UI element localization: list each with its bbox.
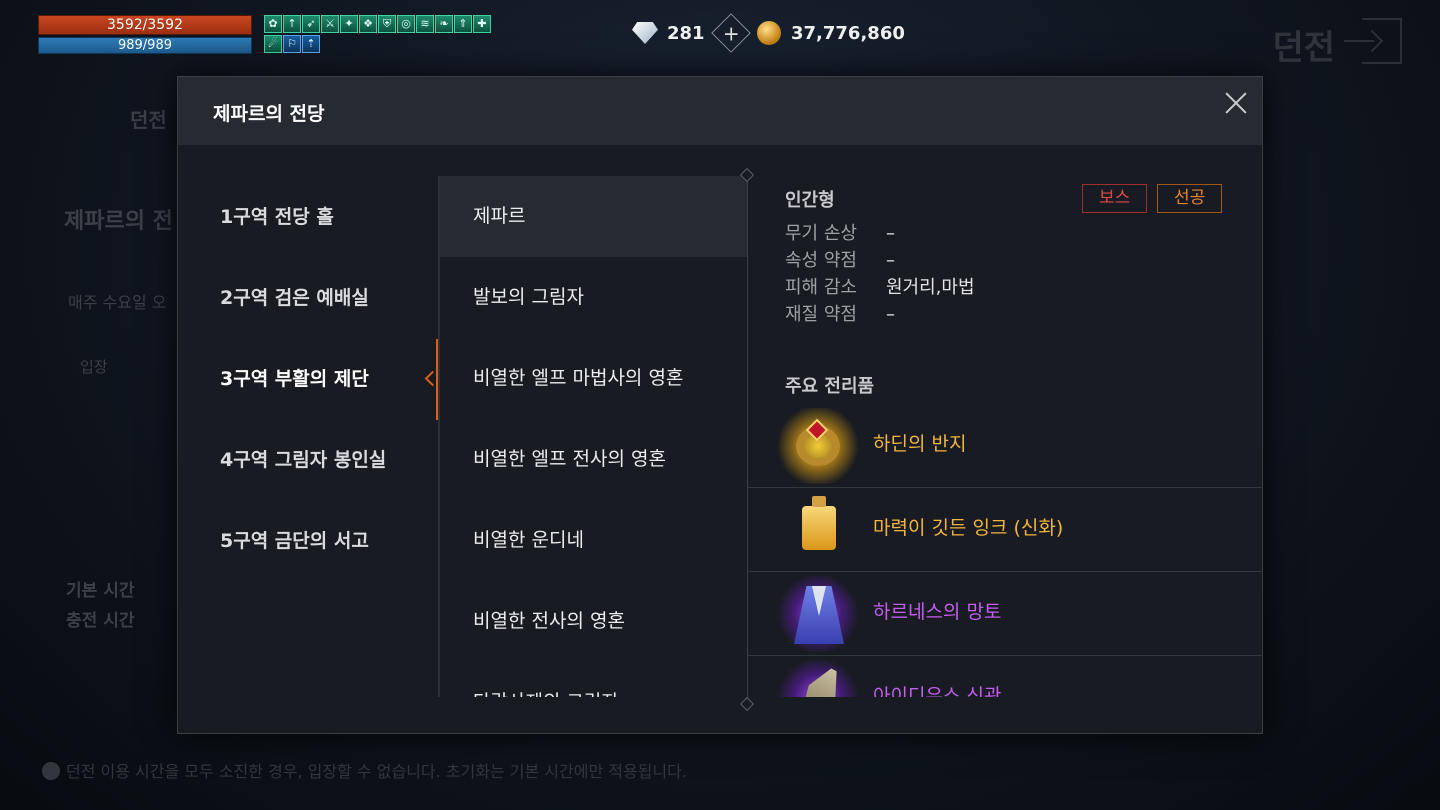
claw-buff-icon[interactable]: ☄ [264, 35, 282, 53]
ink-bottle-icon-art [802, 496, 836, 550]
property-value: 원거리,마법 [886, 277, 975, 298]
bg-charge-time: 충전 시간 [66, 611, 135, 631]
monster-details: 인간형 보스 선공 무기 손상 – 속성 약점 – 피해 감소 원거리,마법 재질 약점 – … [748, 176, 1263, 697]
gem-count: 281 [667, 22, 705, 44]
leaf-buff-icon[interactable]: ✿ [264, 15, 282, 33]
first-strike-badge: 선공 [1157, 184, 1223, 213]
gold-count: 37,776,860 [791, 22, 905, 44]
mp-bar: 989/989 [38, 37, 252, 54]
cloak-icon-art [794, 586, 844, 644]
loot-item[interactable]: 아이디우스 신관 [748, 656, 1263, 697]
property-key: 재질 약점 [785, 304, 857, 325]
zone-tab[interactable]: 2구역 검은 예배실 [178, 258, 438, 339]
property-value: – [886, 304, 895, 325]
close-icon[interactable] [1224, 91, 1248, 115]
guard-buff-icon[interactable]: ⛨ [378, 15, 396, 33]
property-value: – [886, 223, 895, 244]
bg-menu-item: 던전 [130, 108, 167, 132]
zone-tab[interactable]: 4구역 그림자 봉인실 [178, 420, 438, 501]
dialog-header: 제파르의 전당 [178, 77, 1262, 145]
property-row: 속성 약점 – [785, 247, 975, 274]
arrow-up-buff-icon[interactable]: ⇡ [302, 35, 320, 53]
bg-reset-info: 매주 수요일 오 [68, 293, 167, 312]
gold-coin-icon [757, 21, 781, 45]
zone-label: 2구역 검은 예배실 [220, 287, 369, 309]
zone-label: 5구역 금단의 서고 [220, 530, 369, 552]
spear-buff-icon[interactable]: ⇑ [454, 15, 472, 33]
buff-bar: ✿ ↑ ➶ ⚔ ✦ ❖ ⛨ ◎ ≋ ❧ ⇑ ✚ ☄ ⚐ ⇡ [264, 15, 500, 55]
weapon-icon [776, 660, 860, 697]
screen: 던전 던전 제파르의 전 매주 수요일 오 입장 기본 시간 충전 시간 던전 … [0, 0, 1440, 810]
property-key: 무기 손상 [785, 223, 857, 244]
zone-tab[interactable]: 1구역 전당 홀 [178, 177, 438, 258]
arrow-buff-icon[interactable]: ↑ [283, 15, 301, 33]
property-row: 무기 손상 – [785, 220, 975, 247]
loot-name: 하딘의 반지 [873, 433, 967, 455]
shield-buff-icon[interactable]: ❖ [359, 15, 377, 33]
ring-icon [776, 408, 860, 484]
page-title: 던전 [1272, 28, 1335, 68]
gem-currency: 281 + [632, 13, 751, 53]
sword-buff-icon[interactable]: ⚔ [321, 15, 339, 33]
weapon-icon-art [791, 663, 848, 697]
property-row: 재질 약점 – [785, 301, 975, 328]
zone-label: 3구역 부활의 제단 [220, 368, 369, 390]
property-row: 피해 감소 원거리,마법 [785, 274, 975, 301]
monster-item[interactable]: 비열한 운디네 [440, 500, 747, 581]
loot-item[interactable]: 하르네스의 망토 [748, 572, 1263, 656]
monster-properties: 무기 손상 – 속성 약점 – 피해 감소 원거리,마법재질 약점 – [785, 220, 975, 328]
dash-buff-icon[interactable]: ➶ [302, 15, 320, 33]
loot-list[interactable]: 하딘의 반지마력이 깃든 잉크 (신화) 하르네스의 망토아이디우스 신관 [748, 404, 1263, 697]
dungeon-info-dialog: 제파르의 전당 1구역 전당 홀 2구역 검은 예배실 3구역 부활의 제단 4구역 … [177, 76, 1263, 734]
monster-type: 인간형 [785, 190, 835, 211]
bg-footer-note: 던전 이용 시간을 모두 소진한 경우, 입장할 수 없습니다. 초기화는 기본… [42, 758, 687, 782]
wind-buff-icon[interactable]: ≋ [416, 15, 434, 33]
info-icon [42, 762, 60, 780]
boss-badge: 보스 [1082, 184, 1148, 213]
loot-title: 주요 전리품 [785, 376, 875, 397]
property-key: 속성 약점 [785, 250, 857, 271]
plus-icon: + [722, 20, 739, 45]
property-key: 피해 감소 [785, 277, 857, 298]
diamond-icon [632, 22, 658, 44]
monster-list[interactable]: 제파르 발보의 그림자 비열한 엘프 마법사의 영혼 비열한 엘프 전사의 영혼 비열한… [438, 176, 747, 697]
loot-item[interactable]: 하딘의 반지 [748, 404, 1263, 488]
bg-base-time: 기본 시간 [66, 581, 135, 601]
gold-currency: 37,776,860 [757, 18, 905, 48]
monster-item[interactable]: 비열한 엘프 마법사의 영혼 [440, 338, 747, 419]
add-gems-button[interactable]: + [710, 13, 751, 53]
zone-list: 1구역 전당 홀 2구역 검은 예배실 3구역 부활의 제단 4구역 그림자 봉인실 5… [178, 177, 438, 582]
zone-tab[interactable]: 3구역 부활의 제단 [178, 339, 438, 420]
monster-item[interactable]: 비열한 엘프 전사의 영혼 [440, 419, 747, 500]
loot-item[interactable]: 마력이 깃든 잉크 (신화) [748, 488, 1263, 572]
feather-buff-icon[interactable]: ❧ [435, 15, 453, 33]
exit-icon[interactable] [1344, 18, 1402, 64]
stance-buff-icon[interactable]: ⚐ [283, 35, 301, 53]
loot-name: 마력이 깃든 잉크 (신화) [873, 517, 1064, 539]
cloak-icon [776, 576, 860, 652]
ring-buff-icon[interactable]: ◎ [397, 15, 415, 33]
bg-enter-button: 입장 [80, 358, 108, 376]
bg-footer-text: 던전 이용 시간을 모두 소진한 경우, 입장할 수 없습니다. 초기화는 기본… [66, 762, 687, 781]
hp-bar: 3592/3592 [38, 15, 252, 35]
ink-bottle-icon [776, 492, 860, 568]
zone-label: 4구역 그림자 봉인실 [220, 449, 387, 471]
monster-item[interactable]: 비열한 전사의 영혼 [440, 581, 747, 662]
zone-label: 1구역 전당 홀 [220, 206, 334, 228]
monster-item[interactable]: 제파르 [440, 176, 747, 257]
zone-tab[interactable]: 5구역 금단의 서고 [178, 501, 438, 582]
cross-buff-icon[interactable]: ✚ [473, 15, 491, 33]
property-value: – [886, 250, 895, 271]
star-buff-icon[interactable]: ✦ [340, 15, 358, 33]
loot-name: 아이디우스 신관 [873, 685, 1002, 697]
dialog-title: 제파르의 전당 [213, 103, 325, 125]
loot-name: 하르네스의 망토 [873, 601, 1002, 623]
monster-item[interactable]: 발보의 그림자 [440, 257, 747, 338]
bg-dungeon-name: 제파르의 전 [64, 209, 173, 234]
divider-diamond-bottom [739, 696, 755, 712]
monster-item[interactable]: 타락사제의 그림자 [440, 662, 747, 697]
